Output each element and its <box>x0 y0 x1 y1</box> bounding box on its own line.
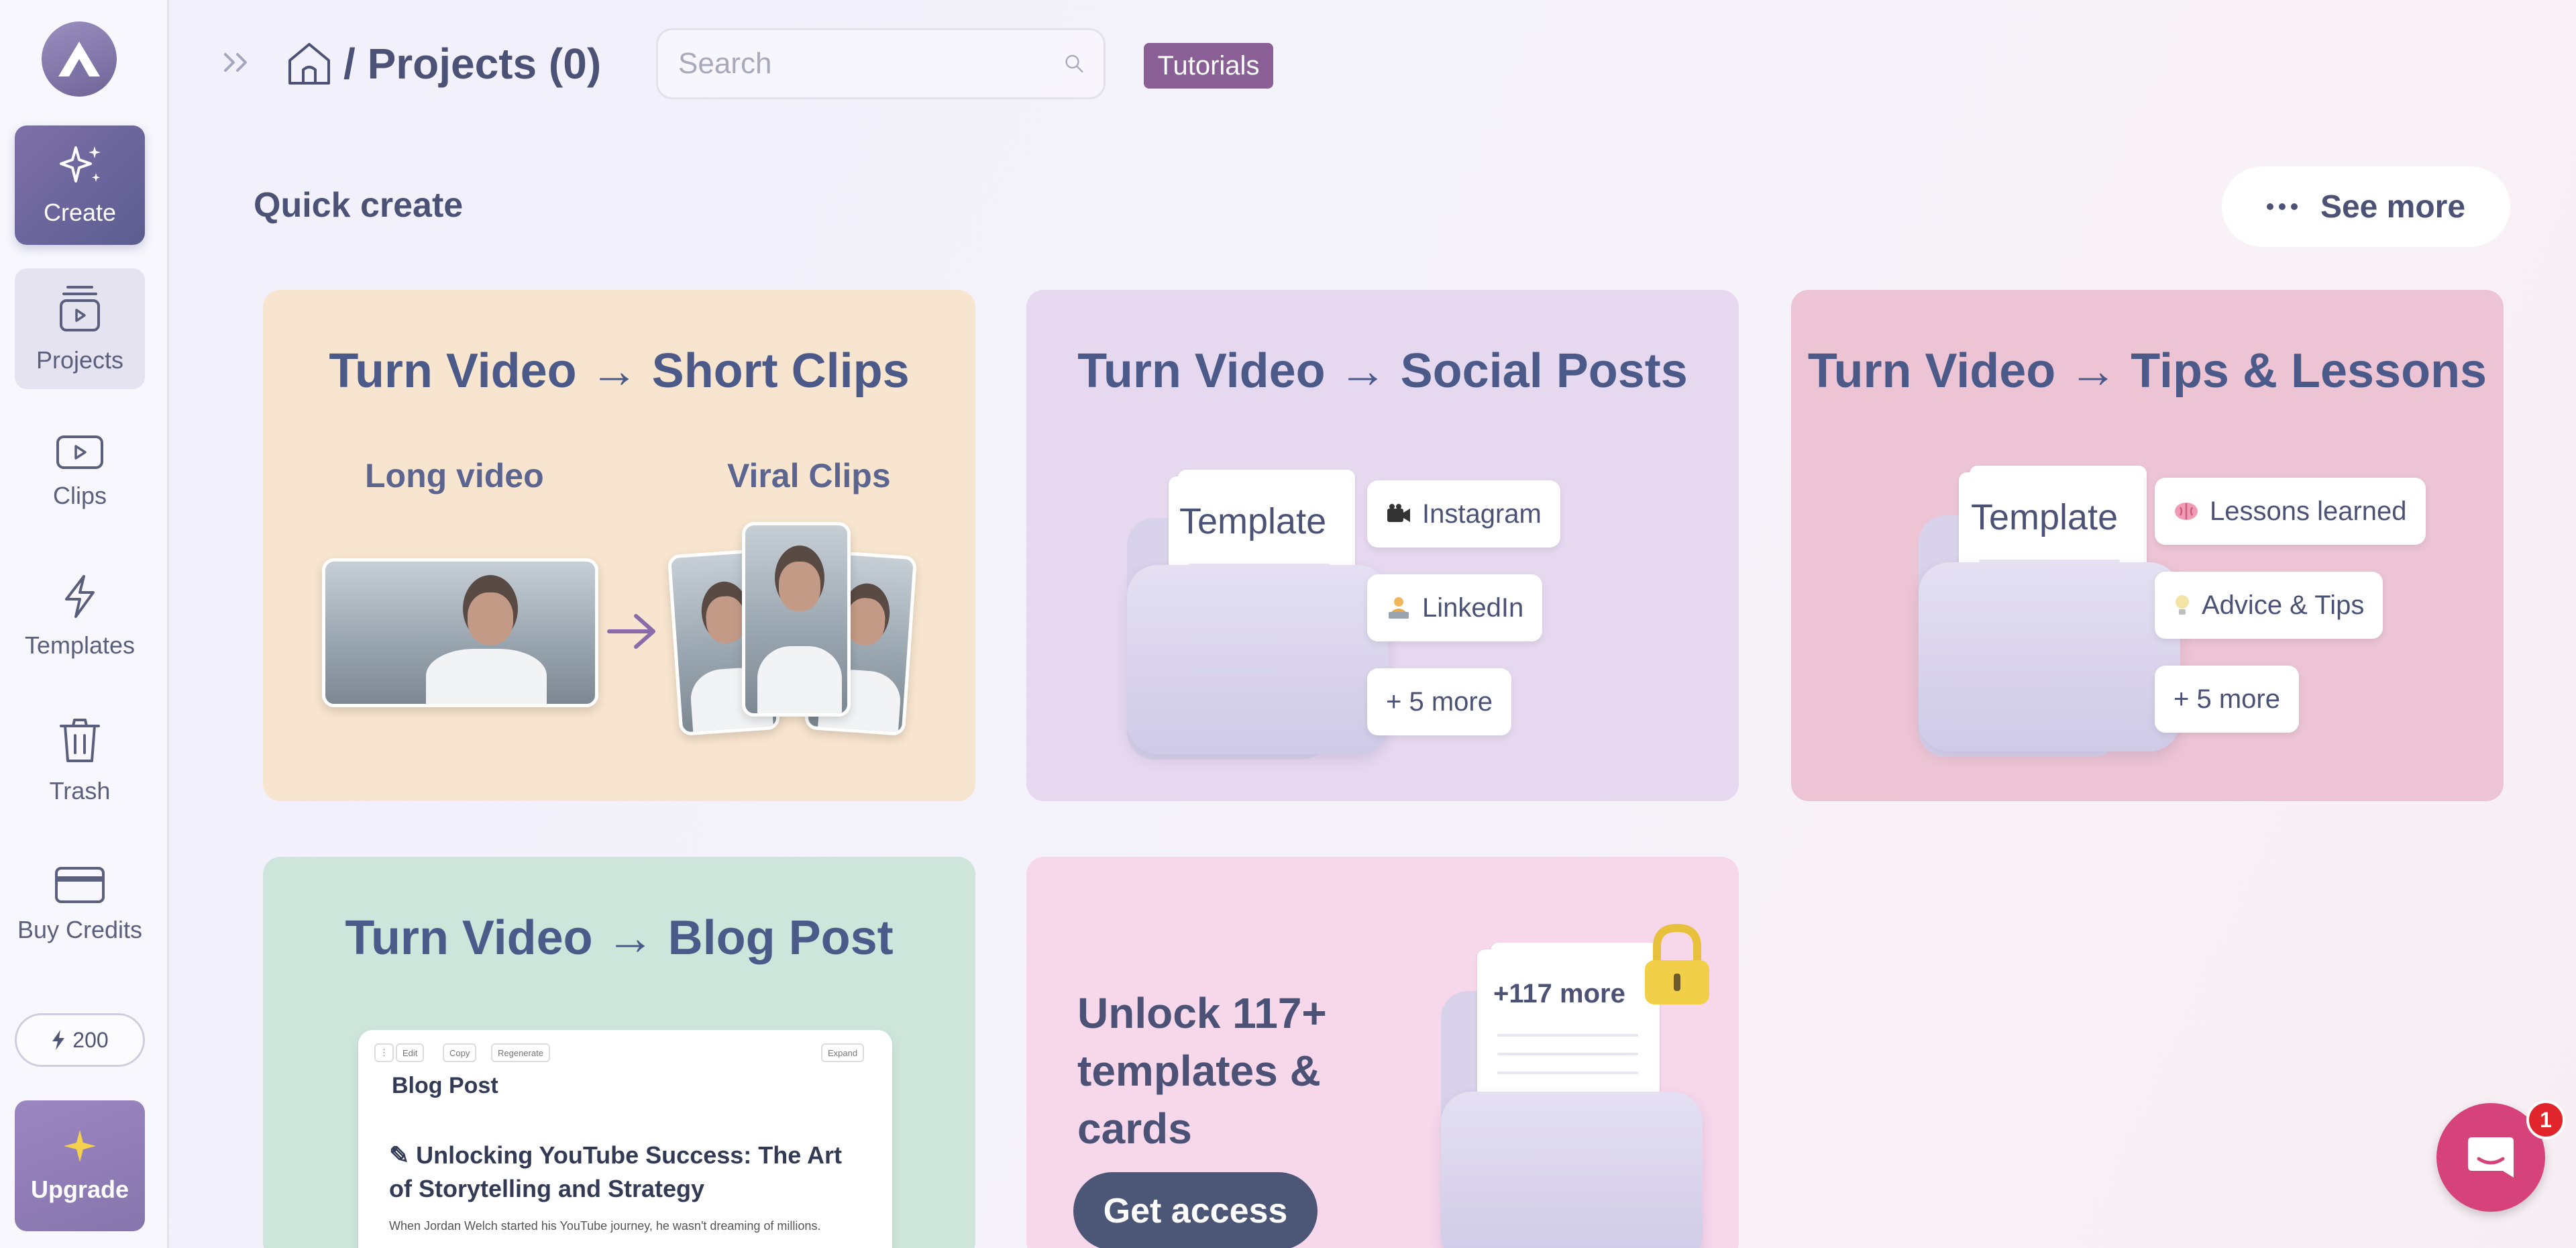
card-title: Turn Video → Social Posts <box>1077 344 1688 398</box>
pencil-icon: ✎ <box>389 1141 417 1169</box>
sparkle-icon <box>64 1129 96 1162</box>
card-title: Turn Video → Blog Post <box>345 911 894 965</box>
more-icon: ⋮ <box>374 1043 394 1062</box>
brain-icon <box>2175 503 2198 520</box>
clip-thumbnail <box>742 522 851 717</box>
see-more-button[interactable]: See more <box>2222 166 2510 247</box>
expand-sidebar-button[interactable] <box>221 47 252 84</box>
sidebar-item-projects[interactable]: Projects <box>15 268 145 389</box>
card-short-clips[interactable]: Turn Video → Short Clips Long video Vira… <box>263 290 975 801</box>
light-bulb-icon <box>2176 595 2189 615</box>
sidebar-item-label: Create <box>43 199 117 226</box>
breadcrumb: / Projects (0) <box>343 39 601 89</box>
sparkles-icon <box>60 146 101 183</box>
paper-title: Template <box>1179 501 1327 541</box>
home-icon[interactable] <box>284 40 334 91</box>
lightning-icon <box>52 1030 65 1050</box>
trash-icon <box>60 719 100 762</box>
breadcrumb-separator: / <box>343 40 356 88</box>
long-video-label: Long video <box>365 457 544 495</box>
projects-icon <box>60 286 100 331</box>
sidebar-item-label: Buy Credits <box>17 916 143 943</box>
upgrade-label: Upgrade <box>30 1175 129 1203</box>
blog-body-text: When Jordan Welch started his YouTube jo… <box>389 1219 821 1233</box>
double-chevron-right-icon <box>224 53 247 72</box>
see-more-label: See more <box>2320 189 2466 225</box>
edit-button: Edit <box>396 1043 425 1062</box>
viral-clips-label: Viral Clips <box>727 457 891 495</box>
search-field[interactable] <box>656 28 1106 99</box>
video-camera-icon <box>1387 504 1410 522</box>
expand-button: Expand <box>821 1043 865 1062</box>
get-access-button[interactable]: Get access <box>1073 1172 1318 1248</box>
copy-button: Copy <box>443 1043 477 1062</box>
logo-icon <box>58 42 100 76</box>
clip-play-icon <box>56 435 103 469</box>
chip-instagram: Instagram <box>1367 480 1560 548</box>
paper-title: +117 more <box>1493 979 1625 1008</box>
chip-linkedin: LinkedIn <box>1367 574 1543 641</box>
search-input[interactable] <box>678 47 1064 81</box>
sidebar: Create Projects Clips Templates Trash Bu… <box>0 0 169 1248</box>
sidebar-item-clips[interactable]: Clips <box>15 413 145 532</box>
search-icon[interactable] <box>1064 46 1085 81</box>
card-tips-lessons[interactable]: Turn Video → Tips & Lessons Template Les… <box>1791 290 2504 801</box>
credits-balance[interactable]: 200 <box>15 1013 145 1067</box>
card-blog-post[interactable]: Turn Video → Blog Post ⋮ Edit Copy Regen… <box>263 857 975 1248</box>
credit-card-icon <box>55 867 105 903</box>
credits-count: 200 <box>72 1027 109 1052</box>
chip-more: + 5 more <box>1367 668 1511 735</box>
sidebar-item-create[interactable]: Create <box>15 125 145 245</box>
blog-preview: ⋮ Edit Copy Regenerate Expand Blog Post … <box>358 1030 892 1248</box>
regenerate-button: Regenerate <box>491 1043 550 1062</box>
chip-lessons-learned: Lessons learned <box>2155 478 2426 545</box>
section-title-quick-create: Quick create <box>254 186 464 225</box>
more-dots-icon <box>2266 203 2298 210</box>
chip-more: + 5 more <box>2155 666 2299 733</box>
upgrade-button[interactable]: Upgrade <box>15 1100 145 1231</box>
lock-icon <box>1645 923 1709 1004</box>
app-logo[interactable] <box>42 21 117 97</box>
blog-heading: ✎ Unlocking YouTube Success: The Art of … <box>389 1141 842 1202</box>
unlock-heading: Unlock 117+ templates & cards <box>1077 989 1327 1153</box>
sidebar-item-buy-credits[interactable]: Buy Credits <box>15 845 145 965</box>
sidebar-item-templates[interactable]: Templates <box>15 557 145 676</box>
sidebar-item-label: Clips <box>52 482 107 509</box>
card-title: Turn Video → Short Clips <box>329 344 910 398</box>
person-at-computer-icon <box>1389 597 1409 619</box>
page-title: Projects (0) <box>367 40 602 88</box>
sidebar-item-trash[interactable]: Trash <box>15 701 145 821</box>
arrow-right-icon <box>607 614 655 649</box>
blog-doc-title: Blog Post <box>392 1073 498 1098</box>
chat-icon <box>2468 1137 2514 1178</box>
sidebar-item-label: Trash <box>49 777 111 804</box>
card-unlock-templates[interactable]: Unlock 117+ templates & cards Get access… <box>1026 857 1739 1248</box>
lightning-icon <box>65 575 95 618</box>
notification-badge: 1 <box>2526 1100 2565 1139</box>
sidebar-item-label: Projects <box>36 346 124 374</box>
long-video-thumbnail <box>322 558 598 707</box>
card-title: Turn Video → Tips & Lessons <box>1807 344 2487 398</box>
chip-advice-tips: Advice & Tips <box>2155 572 2383 639</box>
tutorials-button[interactable]: Tutorials <box>1144 43 1273 89</box>
paper-title: Template <box>1971 497 2118 537</box>
sidebar-item-label: Templates <box>24 631 136 659</box>
card-social-posts[interactable]: Turn Video → Social Posts Template Insta… <box>1026 290 1739 801</box>
